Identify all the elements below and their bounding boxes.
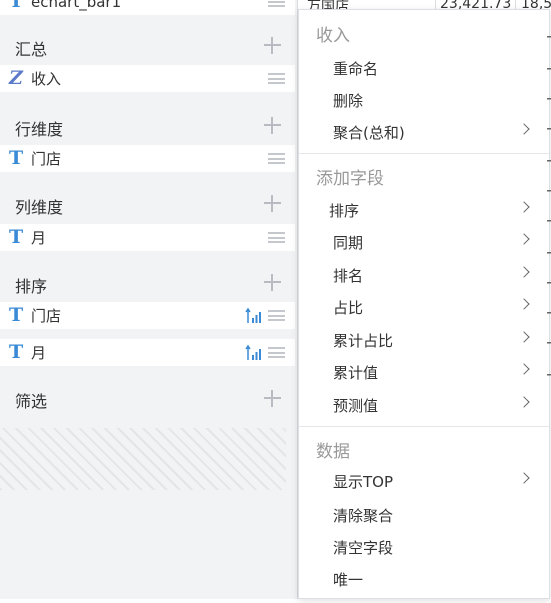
menu-divider [299,153,549,154]
menu-item-delete[interactable]: 删除 [299,85,549,115]
add-summary-icon[interactable] [264,37,281,54]
menu-item-rank[interactable]: 排名 [299,260,549,290]
menu-group-title: 添加字段 [316,169,384,189]
field-chip-echart-bar1[interactable]: T echart_bar1 [0,0,295,15]
field-label: 收入 [31,70,62,88]
menu-item-label: 聚合(总和) [333,123,405,142]
sort-ascending-icon[interactable] [245,344,263,362]
dimension-type-icon: T [9,226,24,248]
section-title-filter: 筛选 [15,392,48,411]
menu-item-unique[interactable]: 唯一 [299,564,549,594]
chevron-right-icon [518,363,530,375]
section-title-row-dimensions: 行维度 [15,120,64,139]
menu-item-forecast[interactable]: 预测值 [299,390,549,420]
drag-handle-icon[interactable] [268,310,285,321]
dimension-type-icon: T [9,304,24,326]
menu-group-title: 收入 [316,26,350,46]
field-chip-month-sort[interactable]: T 月 [0,339,295,366]
menu-item-label: 清除聚合 [333,506,394,525]
field-label: 门店 [31,150,62,168]
menu-item-label: 排序 [329,201,360,220]
field-context-menu: 收入 重命名 删除 聚合(总和) 添加字段 排序 同期 排名 占比 累计占比 累… [298,9,550,599]
drag-handle-icon[interactable] [268,0,285,7]
filter-drop-zone[interactable] [0,428,286,490]
field-chip-store-row[interactable]: T 门店 [0,145,295,172]
section-title-summary: 汇总 [15,40,48,59]
menu-item-aggregate[interactable]: 聚合(总和) [299,117,549,147]
menu-item-label: 累计值 [333,363,379,382]
chevron-right-icon [518,396,530,408]
chevron-right-icon [518,472,530,484]
drag-handle-icon[interactable] [268,232,285,243]
dimension-type-icon: T [9,0,24,12]
menu-item-cumulative-proportion[interactable]: 累计占比 [299,325,549,355]
chevron-right-icon [518,201,530,213]
field-chip-month-column[interactable]: T 月 [0,224,295,251]
add-filter-icon[interactable] [264,390,281,407]
field-chip-store-sort[interactable]: T 门店 [0,302,295,329]
menu-divider [299,426,549,427]
field-label: 月 [31,344,47,362]
add-sort-icon[interactable] [264,274,281,291]
field-label: 门店 [31,307,62,325]
chevron-right-icon [518,233,530,245]
drag-handle-icon[interactable] [268,153,285,164]
menu-item-label: 同期 [333,233,364,252]
dimension-type-icon: T [9,147,24,169]
chevron-right-icon [518,331,530,343]
menu-item-label: 预测值 [333,396,379,415]
menu-item-cumulative-value[interactable]: 累计值 [299,357,549,387]
menu-item-label: 重命名 [333,59,379,78]
table-divider [435,0,436,9]
section-title-sort: 排序 [15,277,48,296]
menu-item-clear-field[interactable]: 清空字段 [299,532,549,562]
table-edge-peek [546,0,551,599]
section-title-column-dimensions: 列维度 [15,198,64,217]
menu-item-rename[interactable]: 重命名 [299,53,549,83]
field-chip-income[interactable]: Z 收入 [0,65,295,92]
menu-group-title: 数据 [316,442,350,462]
menu-item-label: 显示TOP [333,472,394,491]
menu-item-show-top[interactable]: 显示TOP [299,466,549,496]
sort-ascending-icon[interactable] [245,307,263,325]
menu-item-clear-aggregation[interactable]: 清除聚合 [299,500,549,530]
add-row-dimension-icon[interactable] [264,117,281,134]
field-label: echart_bar1 [31,0,122,11]
menu-item-proportion[interactable]: 占比 [299,292,549,322]
menu-item-label: 累计占比 [333,331,394,350]
menu-item-label: 删除 [333,91,364,110]
drag-handle-icon[interactable] [268,347,285,358]
chevron-right-icon [518,123,530,135]
add-column-dimension-icon[interactable] [264,195,281,212]
menu-item-label: 排名 [333,266,364,285]
field-label: 月 [31,229,47,247]
menu-item-same-period[interactable]: 同期 [299,227,549,257]
field-config-panel: T echart_bar1 汇总 Z 收入 行维度 T 门店 列维度 T 月 排… [0,0,298,599]
table-divider [515,0,516,9]
dimension-type-icon: T [9,341,24,363]
drag-handle-icon[interactable] [268,73,285,84]
table-edge-glyphs [547,36,551,376]
menu-item-label: 清空字段 [333,538,394,557]
chevron-right-icon [518,298,530,310]
menu-item-label: 占比 [333,298,364,317]
measure-type-icon: Z [9,67,23,89]
menu-item-label: 唯一 [333,570,364,589]
chevron-right-icon [518,266,530,278]
menu-item-add-sort[interactable]: 排序 [299,195,549,225]
